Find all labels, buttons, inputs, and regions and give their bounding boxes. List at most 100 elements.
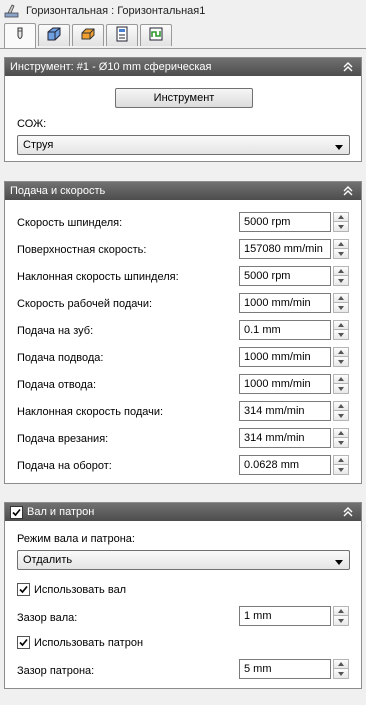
shaft-holder-mode-dropdown[interactable]: Отдалить [17,550,350,570]
shaft-holder-mode-value: Отдалить [23,554,73,566]
tab-tool[interactable] [4,23,36,48]
cutting-feedrate-label: Скорость рабочей подачи: [17,298,153,310]
spin-down-icon[interactable] [333,222,349,232]
plunge-feedrate-spinner[interactable] [333,428,349,448]
heights-icon [80,26,96,45]
holder-clearance-field[interactable]: 5 mm [239,659,331,679]
feed-per-revolution-label: Подача на оборот: [17,460,112,472]
spin-down-icon[interactable] [333,411,349,421]
coolant-value: Струя [23,139,54,151]
spin-up-icon[interactable] [333,293,349,303]
lead-out-feedrate-label: Подача отвода: [17,379,97,391]
window-title: Горизонтальная : Горизонтальная1 [26,5,206,17]
spin-up-icon[interactable] [333,320,349,330]
use-holder-checkbox[interactable]: Использовать патрон [17,636,143,649]
spin-down-icon[interactable] [333,276,349,286]
spin-up-icon[interactable] [333,266,349,276]
shaft-clearance-label: Зазор вала: [17,612,78,624]
use-shaft-checkbox[interactable]: Использовать вал [17,583,126,596]
tool-icon [12,27,28,46]
passes-icon [114,26,130,45]
spin-up-icon[interactable] [333,401,349,411]
spin-down-icon[interactable] [333,438,349,448]
lead-in-feedrate-label: Подача подвода: [17,352,104,364]
ramp-feedrate-spinner[interactable] [333,401,349,421]
spin-down-icon[interactable] [333,384,349,394]
shaft-holder-panel-title: Вал и патрон [27,506,95,518]
feeds-panel-header[interactable]: Подача и скорость [5,182,361,200]
holder-clearance-label: Зазор патрона: [17,665,95,677]
tab-heights[interactable] [72,24,104,46]
feed-per-tooth-spinner[interactable] [333,320,349,340]
spin-down-icon[interactable] [333,616,349,626]
lead-out-feedrate-spinner[interactable] [333,374,349,394]
spin-up-icon[interactable] [333,428,349,438]
spin-up-icon[interactable] [333,455,349,465]
shaft-clearance-field[interactable]: 1 mm [239,606,331,626]
spin-down-icon[interactable] [333,357,349,367]
checkbox-checked-icon [17,636,30,649]
coolant-dropdown[interactable]: Струя [17,135,350,155]
spindle-speed-field[interactable]: 5000 rpm [239,212,331,232]
tab-strip [4,23,174,48]
collapse-icon[interactable] [341,60,355,74]
spin-up-icon[interactable] [333,606,349,616]
operation-icon [4,3,20,19]
collapse-icon[interactable] [341,505,355,519]
collapse-icon[interactable] [341,184,355,198]
spin-up-icon[interactable] [333,347,349,357]
lead-in-feedrate-field[interactable]: 1000 mm/min [239,347,331,367]
use-shaft-label: Использовать вал [34,583,127,596]
spin-up-icon[interactable] [333,659,349,669]
spin-down-icon[interactable] [333,669,349,679]
tab-linking[interactable] [140,24,172,46]
cutting-feedrate-field[interactable]: 1000 mm/min [239,293,331,313]
cutting-feedrate-spinner[interactable] [333,293,349,313]
tab-geometry[interactable] [38,24,70,46]
spin-up-icon[interactable] [333,212,349,222]
tool-select-button[interactable]: Инструмент [115,88,253,108]
lead-in-feedrate-spinner[interactable] [333,347,349,367]
surface-speed-label: Поверхностная скорость: [17,244,147,256]
feeds-panel: Подача и скорость Скорость шпинделя: 500… [4,181,362,484]
feed-per-revolution-spinner[interactable] [333,455,349,475]
holder-clearance-spinner[interactable] [333,659,349,679]
spin-down-icon[interactable] [333,330,349,340]
linking-icon [148,26,164,45]
ramp-feedrate-label: Наклонная скорость подачи: [17,406,164,418]
tool-panel-header[interactable]: Инструмент: #1 - Ø10 mm сферическая [5,58,361,76]
geometry-icon [46,26,62,45]
plunge-feedrate-field[interactable]: 314 mm/min [239,428,331,448]
shaft-holder-panel: Вал и патрон Режим вала и патрона: Отдал… [4,502,362,689]
checkbox-checked-icon [17,583,30,596]
tab-passes[interactable] [106,24,138,46]
ramp-spindle-speed-spinner[interactable] [333,266,349,286]
surface-speed-field[interactable]: 157080 mm/min [239,239,331,259]
plunge-feedrate-label: Подача врезания: [17,433,109,445]
ramp-feedrate-field[interactable]: 314 mm/min [239,401,331,421]
spindle-speed-spinner[interactable] [333,212,349,232]
coolant-label: СОЖ: [17,118,47,130]
tab-divider [0,48,366,49]
spin-up-icon[interactable] [333,374,349,384]
title-bar: Горизонтальная : Горизонтальная1 [0,0,366,22]
spin-up-icon[interactable] [333,239,349,249]
tool-panel: Инструмент: #1 - Ø10 mm сферическая Инст… [4,57,362,162]
use-holder-label: Использовать патрон [34,636,144,649]
spindle-speed-label: Скорость шпинделя: [17,217,123,229]
ramp-spindle-speed-label: Наклонная скорость шпинделя: [17,271,179,283]
ramp-spindle-speed-field[interactable]: 5000 rpm [239,266,331,286]
spin-down-icon[interactable] [333,465,349,475]
shaft-holder-panel-header[interactable]: Вал и патрон [5,503,361,521]
shaft-clearance-spinner[interactable] [333,606,349,626]
feeds-panel-title: Подача и скорость [10,185,106,197]
lead-out-feedrate-field[interactable]: 1000 mm/min [239,374,331,394]
shaft-holder-enable-checkbox[interactable] [10,505,23,519]
surface-speed-spinner[interactable] [333,239,349,259]
feed-per-tooth-field[interactable]: 0.1 mm [239,320,331,340]
chevron-down-icon [335,557,343,569]
feed-per-revolution-field[interactable]: 0.0628 mm [239,455,331,475]
spin-down-icon[interactable] [333,303,349,313]
shaft-holder-mode-label: Режим вала и патрона: [17,533,135,545]
spin-down-icon[interactable] [333,249,349,259]
